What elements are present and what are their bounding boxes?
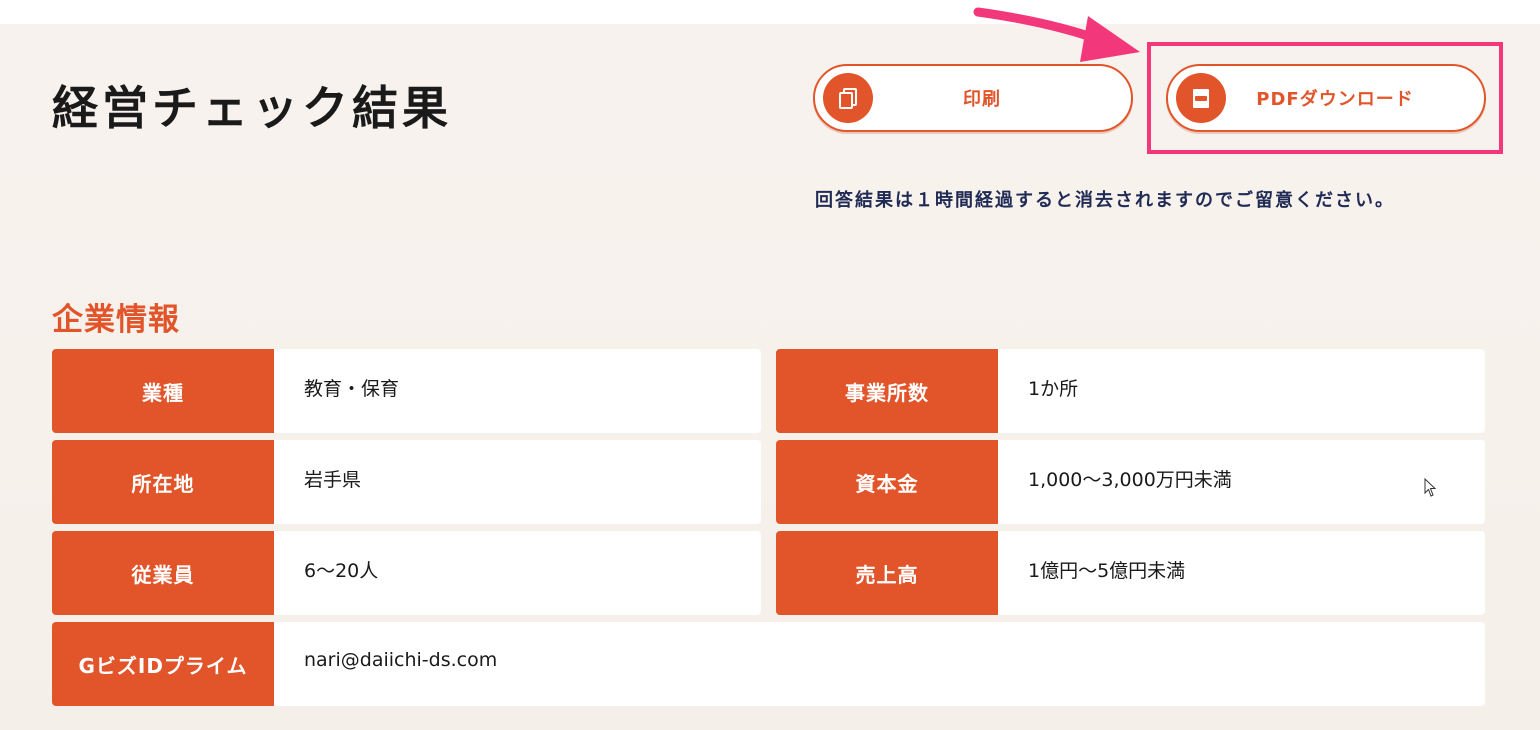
info-value: 1億円〜5億円未満 [998, 531, 1485, 615]
info-row-employees: 従業員 6〜20人 [52, 531, 761, 615]
info-row-capital: 資本金 1,000〜3,000万円未満 [776, 440, 1485, 524]
info-label: 業種 [52, 349, 274, 433]
print-icon [823, 73, 873, 123]
info-value: 6〜20人 [274, 531, 761, 615]
info-row-offices: 事業所数 1か所 [776, 349, 1485, 433]
info-label: 事業所数 [776, 349, 998, 433]
info-value: nari@daiichi-ds.com [274, 622, 1485, 706]
info-row-gbizid: GビズIDプライム nari@daiichi-ds.com [52, 622, 1485, 706]
info-label: GビズIDプライム [52, 622, 274, 706]
print-button[interactable]: 印刷 [813, 64, 1133, 132]
info-label: 従業員 [52, 531, 274, 615]
info-value: 1,000〜3,000万円未満 [998, 440, 1485, 524]
page-title: 経営チェック結果 [52, 81, 452, 135]
section-title-company-info: 企業情報 [52, 302, 180, 338]
info-label: 資本金 [776, 440, 998, 524]
info-label: 所在地 [52, 440, 274, 524]
mouse-cursor-icon [1424, 478, 1437, 497]
info-row-sales: 売上高 1億円〜5億円未満 [776, 531, 1485, 615]
retention-notice: 回答結果は１時間経過すると消去されますのでご留意ください。 [815, 190, 1395, 211]
print-button-label: 印刷 [963, 89, 1001, 110]
info-value: 岩手県 [274, 440, 761, 524]
annotation-arrow-icon [973, 7, 1140, 62]
info-value: 教育・保育 [274, 349, 761, 433]
info-value: 1か所 [998, 349, 1485, 433]
info-row-industry: 業種 教育・保育 [52, 349, 761, 433]
info-row-location: 所在地 岩手県 [52, 440, 761, 524]
highlight-box [1147, 42, 1503, 154]
info-label: 売上高 [776, 531, 998, 615]
